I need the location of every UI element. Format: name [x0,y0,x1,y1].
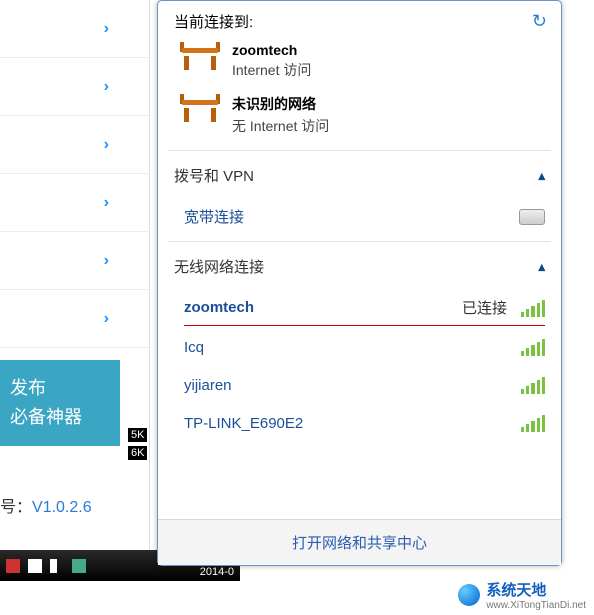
version-label: 号： [0,499,32,516]
chevron-right-icon: › [104,194,109,212]
bg-chip: 6K [128,446,147,460]
promo-line2: 必备神器 [10,403,110,432]
header-title: 当前连接到: [174,11,253,32]
refresh-icon[interactable]: ↻ [532,11,547,32]
connection-status: Internet 访问 [232,60,311,80]
chevron-right-icon: › [104,136,109,154]
bg-row[interactable]: › [0,174,149,232]
connection-name: 未识别的网络 [232,94,329,114]
chevron-right-icon: › [104,78,109,96]
watermark: 系统天地 www.XiTongTianDi.net [458,579,586,611]
flyout-header: 当前连接到: ↻ [160,5,559,38]
modem-icon [519,209,545,225]
tray-icon[interactable] [28,559,42,573]
version-row: 号：V1.0.2.6 [0,493,92,517]
wifi-name: zoomtech [184,299,254,316]
bg-row[interactable]: › [0,58,149,116]
volume-icon[interactable] [50,559,64,573]
wifi-item[interactable]: TP-LINK_E690E2 [160,404,559,442]
chevron-up-icon: ▴ [538,168,545,184]
signal-icon [521,414,545,432]
signal-icon [521,299,545,317]
section-title: 无线网络连接 [174,256,264,277]
chevron-right-icon: › [104,20,109,38]
background-panel: › › › › › › [0,0,150,560]
divider [168,150,551,151]
wifi-item[interactable]: zoomtech 已连接 [160,287,559,328]
version-value: V1.0.2.6 [32,499,92,516]
bench-icon [180,94,220,122]
chevron-right-icon: › [104,310,109,328]
clock-date: 2014-0 [200,566,234,578]
bg-row[interactable]: › [0,0,149,58]
wifi-name: TP-LINK_E690E2 [184,415,303,432]
current-connection: 未识别的网络 无 Internet 访问 [160,90,559,146]
bench-icon [180,42,220,70]
wifi-item[interactable]: Icq [160,328,559,366]
tray-icon[interactable] [6,559,20,573]
network-flyout: 当前连接到: ↻ zoomtech Internet 访问 未识别的网络 无 I… [157,0,562,566]
section-wifi[interactable]: 无线网络连接 ▴ [160,246,559,287]
section-dial-vpn[interactable]: 拨号和 VPN ▴ [160,155,559,196]
tray-icon[interactable] [72,559,86,573]
open-network-center-link[interactable]: 打开网络和共享中心 [158,519,561,565]
current-connection: zoomtech Internet 访问 [160,38,559,90]
signal-icon [521,338,545,356]
bg-row[interactable]: › [0,116,149,174]
connection-name: zoomtech [232,42,311,58]
section-title: 拨号和 VPN [174,165,254,186]
chevron-up-icon: ▴ [538,259,545,275]
bg-row[interactable]: › [0,232,149,290]
wifi-name: Icq [184,339,204,356]
wifi-item[interactable]: yijiaren [160,366,559,404]
globe-icon [458,584,480,606]
dial-item-broadband[interactable]: 宽带连接 [160,196,559,237]
wifi-name: yijiaren [184,377,232,394]
watermark-text: 系统天地 [486,582,546,599]
divider [168,241,551,242]
item-label: 宽带连接 [184,206,244,227]
wifi-status: 已连接 [462,297,507,318]
connection-status: 无 Internet 访问 [232,116,329,136]
promo-line1: 发布 [10,374,110,403]
annotation-underline [184,325,545,326]
signal-icon [521,376,545,394]
watermark-url: www.XiTongTianDi.net [486,600,586,611]
bg-chip: 5K [128,428,147,442]
bg-row[interactable]: › [0,290,149,348]
chevron-right-icon: › [104,252,109,270]
promo-block: 发布 必备神器 [0,360,120,446]
